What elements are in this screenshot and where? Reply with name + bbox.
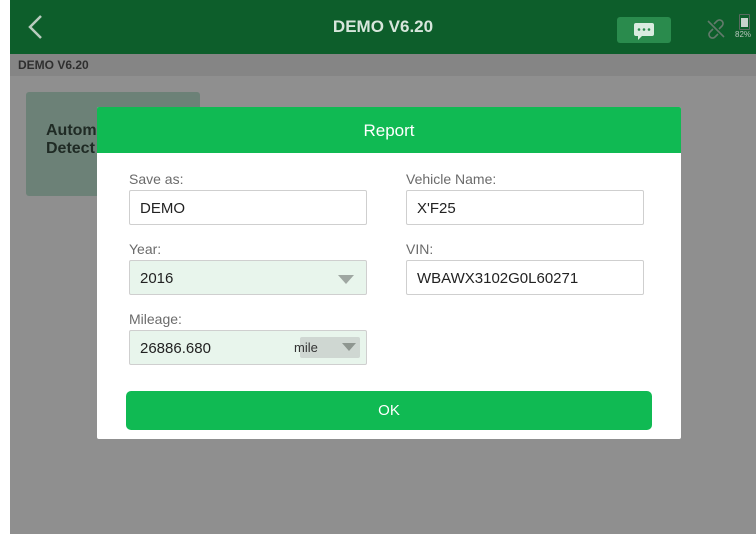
mileage-unit-dropdown[interactable]: mile: [294, 337, 360, 358]
vin-value: WBAWX3102G0L60271: [417, 270, 579, 287]
save-as-label: Save as:: [129, 171, 184, 187]
ok-label: OK: [378, 402, 400, 419]
save-as-value: DEMO: [140, 200, 185, 217]
message-icon: [634, 23, 654, 40]
mileage-value: 26886.680: [140, 340, 211, 357]
battery-percent: 82%: [735, 30, 752, 39]
report-dialog: Report Save as: DEMO Vehicle Name: X'F25…: [97, 107, 681, 439]
year-value: 2016: [140, 270, 174, 287]
dropdown-arrow-icon: [338, 275, 354, 284]
header-bar: DEMO V6.20 82%: [10, 0, 756, 54]
dropdown-arrow-icon: [342, 343, 356, 351]
mileage-input[interactable]: 26886.680 mile: [129, 330, 367, 365]
link-broken-icon[interactable]: [704, 17, 728, 41]
dialog-header: Report: [97, 107, 681, 153]
ok-button[interactable]: OK: [126, 391, 652, 430]
breadcrumb-text: DEMO V6.20: [18, 58, 89, 72]
vin-label: VIN:: [406, 241, 434, 257]
year-label: Year:: [129, 241, 162, 257]
vin-input[interactable]: WBAWX3102G0L60271: [406, 260, 644, 295]
vehicle-name-input[interactable]: X'F25: [406, 190, 644, 225]
battery-icon: 82%: [735, 14, 756, 44]
vehicle-name-value: X'F25: [417, 200, 456, 217]
tile-label: Autom Detect: [46, 122, 97, 157]
mileage-unit-value: mile: [294, 340, 318, 355]
vehicle-name-label: Vehicle Name:: [406, 171, 497, 187]
mileage-label: Mileage:: [129, 311, 182, 327]
message-button[interactable]: [617, 17, 671, 43]
breadcrumb: DEMO V6.20: [10, 54, 756, 76]
year-dropdown[interactable]: 2016: [129, 260, 367, 295]
dialog-title: Report: [363, 121, 415, 140]
save-as-input[interactable]: DEMO: [129, 190, 367, 225]
